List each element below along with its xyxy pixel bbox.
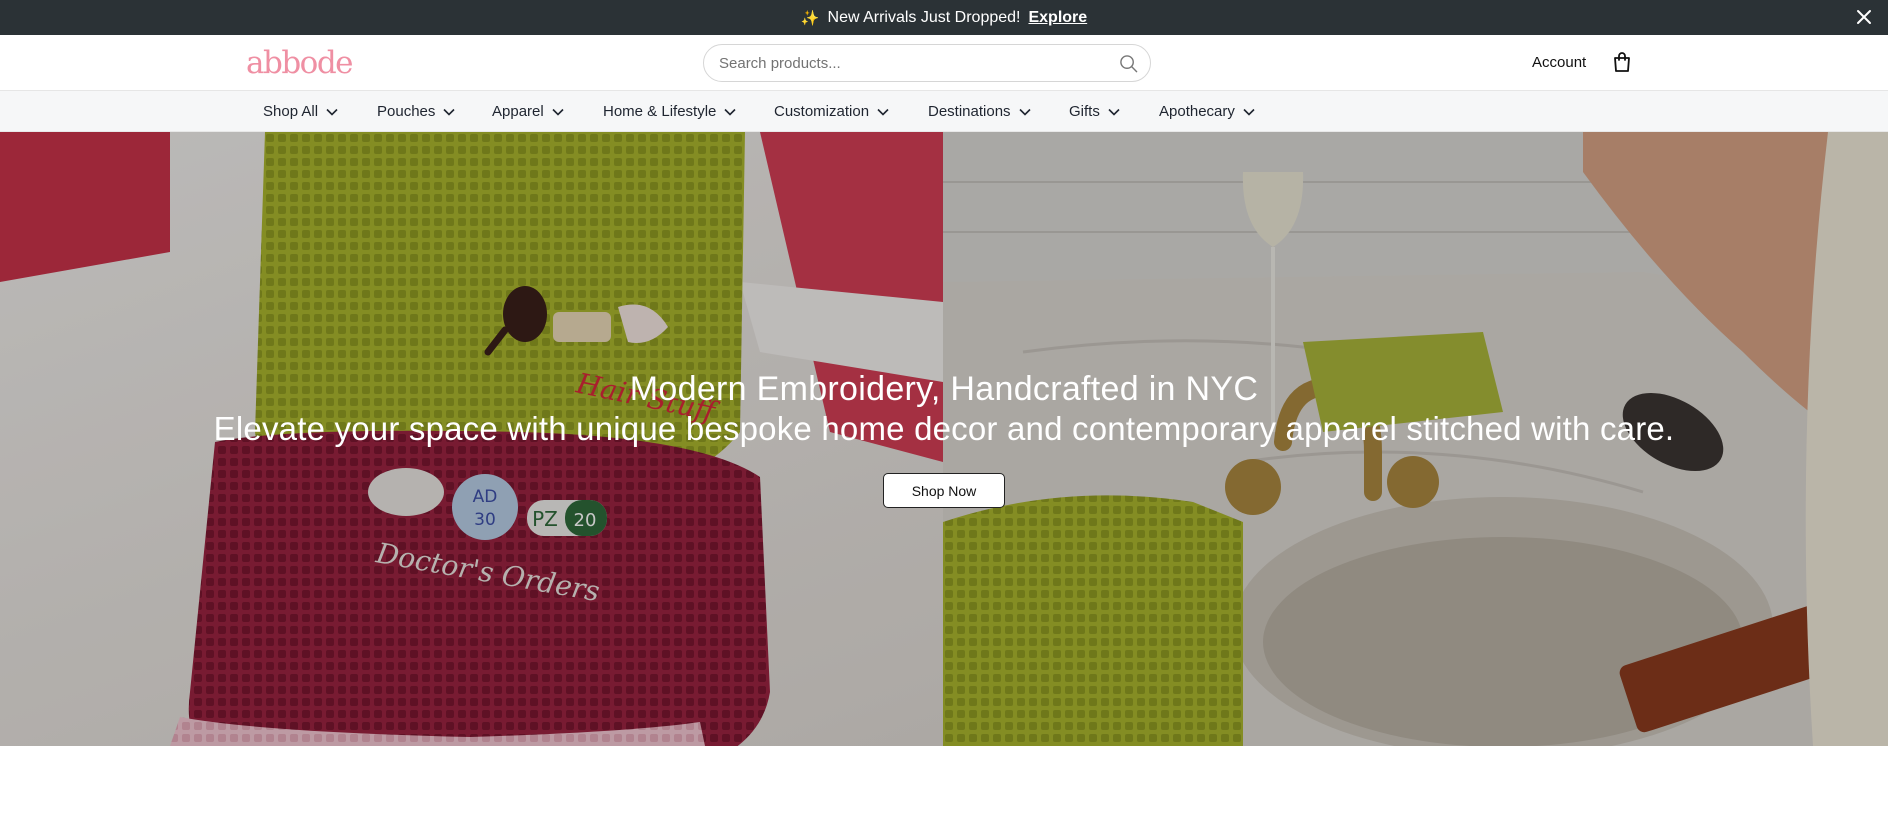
chevron-down-icon: [1243, 108, 1255, 116]
chevron-down-icon: [724, 108, 736, 116]
nav-item-label: Gifts: [1069, 103, 1100, 120]
main-nav: Shop All Pouches Apparel Home & Lifestyl…: [0, 91, 1888, 132]
site-header: abbode Account: [0, 35, 1888, 91]
nav-item-label: Pouches: [377, 103, 436, 120]
nav-item-label: Home & Lifestyle: [603, 103, 717, 120]
nav-item-gifts[interactable]: Gifts: [1069, 91, 1120, 132]
nav-item-label: Customization: [774, 103, 870, 120]
explore-link[interactable]: Explore: [1028, 9, 1087, 27]
logo[interactable]: abbode: [246, 45, 354, 81]
nav-item-home-lifestyle[interactable]: Home & Lifestyle: [603, 91, 736, 132]
sparkles-icon: ✨: [800, 9, 820, 27]
search-input[interactable]: [719, 45, 1109, 81]
nav-item-destinations[interactable]: Destinations: [928, 91, 1031, 132]
chevron-down-icon: [326, 108, 338, 116]
search-bar: [703, 44, 1151, 82]
shopping-bag-icon[interactable]: [1612, 51, 1632, 73]
nav-item-label: Shop All: [263, 103, 319, 120]
nav-item-apothecary[interactable]: Apothecary: [1159, 91, 1255, 132]
chevron-down-icon: [552, 108, 564, 116]
nav-item-label: Apothecary: [1159, 103, 1235, 120]
announcement-bar: ✨ New Arrivals Just Dropped! Explore: [0, 0, 1888, 35]
chevron-down-icon: [1108, 108, 1120, 116]
shop-now-button[interactable]: Shop Now: [883, 473, 1005, 508]
chevron-down-icon: [443, 108, 455, 116]
search-icon[interactable]: [1119, 54, 1138, 73]
chevron-down-icon: [877, 108, 889, 116]
nav-item-shop-all[interactable]: Shop All: [263, 91, 338, 132]
hero-title: Modern Embroidery, Handcrafted in NYC: [629, 370, 1259, 408]
nav-item-label: Apparel: [492, 103, 544, 120]
nav-item-label: Destinations: [928, 103, 1011, 120]
hero-subtitle: Elevate your space with unique bespoke h…: [213, 410, 1675, 447]
nav-item-pouches[interactable]: Pouches: [377, 91, 455, 132]
nav-item-customization[interactable]: Customization: [774, 91, 889, 132]
nav-item-apparel[interactable]: Apparel: [492, 91, 564, 132]
chevron-down-icon: [1018, 108, 1031, 116]
account-link[interactable]: Account: [1532, 54, 1586, 71]
close-icon[interactable]: [1854, 7, 1874, 27]
announcement-text: New Arrivals Just Dropped!: [827, 8, 1021, 26]
hero-banner: Hair Stuff AD 30 PZ 20 Doctor's Orders M…: [0, 132, 1888, 746]
